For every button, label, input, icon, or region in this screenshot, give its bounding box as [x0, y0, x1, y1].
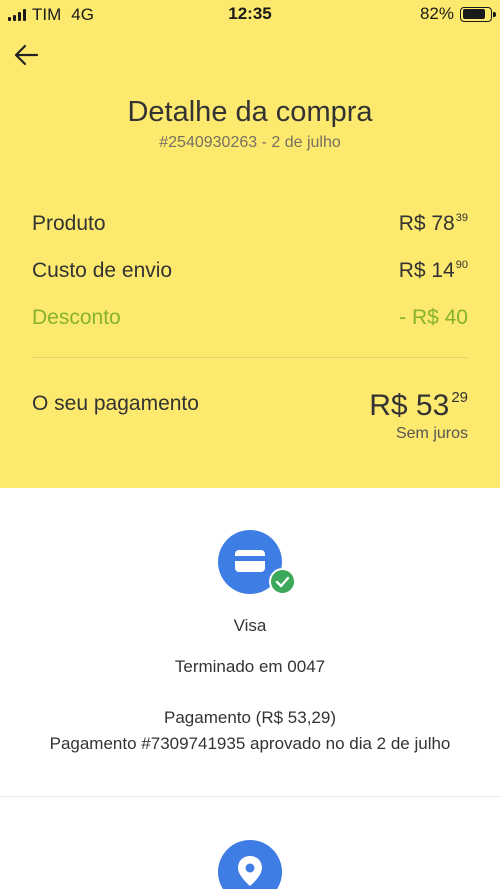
- product-amount: R$ 7839: [399, 212, 468, 236]
- card-shape: [235, 550, 265, 572]
- discount-row: Desconto - R$ 40: [32, 306, 468, 336]
- status-bar: TIM 4G 12:35 82%: [0, 0, 500, 30]
- section-separator: [0, 796, 500, 797]
- back-button[interactable]: [10, 38, 44, 72]
- location-pin-shape: [238, 856, 262, 886]
- product-label: Produto: [32, 212, 106, 235]
- order-id-date: #2540930263 - 2 de julho: [159, 134, 341, 151]
- total-amount-cents: 29: [451, 389, 468, 406]
- product-amount-cents: 39: [455, 212, 468, 224]
- total-amount-main: R$ 53: [369, 389, 450, 422]
- shipping-amount: R$ 1490: [399, 259, 468, 283]
- battery-icon: [460, 6, 496, 22]
- divider: [32, 357, 468, 358]
- card-stripe: [235, 556, 265, 561]
- arrow-left-icon: [14, 44, 39, 66]
- location-pin-icon: [218, 840, 282, 889]
- discount-amount: - R$ 40: [399, 306, 468, 329]
- payment-amount-line: Pagamento (R$ 53,29): [164, 708, 336, 727]
- interest-note: Sem juros: [395, 425, 468, 442]
- discount-label: Desconto: [32, 306, 121, 329]
- payment-method: Visa: [233, 616, 267, 635]
- payment-approval-line: Pagamento #7309741935 aprovado no dia 2 …: [49, 734, 451, 753]
- status-right: 82%: [419, 4, 496, 24]
- purchase-summary: Detalhe da compra #2540930263 - 2 de jul…: [0, 30, 500, 488]
- product-amount-main: R$ 78: [398, 212, 455, 235]
- shipping-amount-cents: 90: [455, 259, 468, 271]
- shipping-row: Custo de envio R$ 1490: [32, 259, 468, 289]
- battery-percent: 82%: [419, 4, 454, 23]
- battery-fill: [462, 9, 485, 19]
- battery-cap: [493, 11, 496, 17]
- check-icon: [269, 568, 296, 595]
- total-label: O seu pagamento: [32, 392, 199, 415]
- check-mark: [275, 576, 290, 588]
- payment-section: Visa Terminado em 0047 Pagamento (R$ 53,…: [0, 488, 500, 796]
- shipping-label: Custo de envio: [32, 259, 173, 282]
- card-ending: Terminado em 0047: [174, 657, 326, 676]
- shipping-amount-main: R$ 14: [398, 259, 455, 282]
- total-amount: R$ 53 29: [369, 389, 468, 423]
- product-row: Produto R$ 7839: [32, 212, 468, 242]
- page-title: Detalhe da compra: [127, 96, 373, 128]
